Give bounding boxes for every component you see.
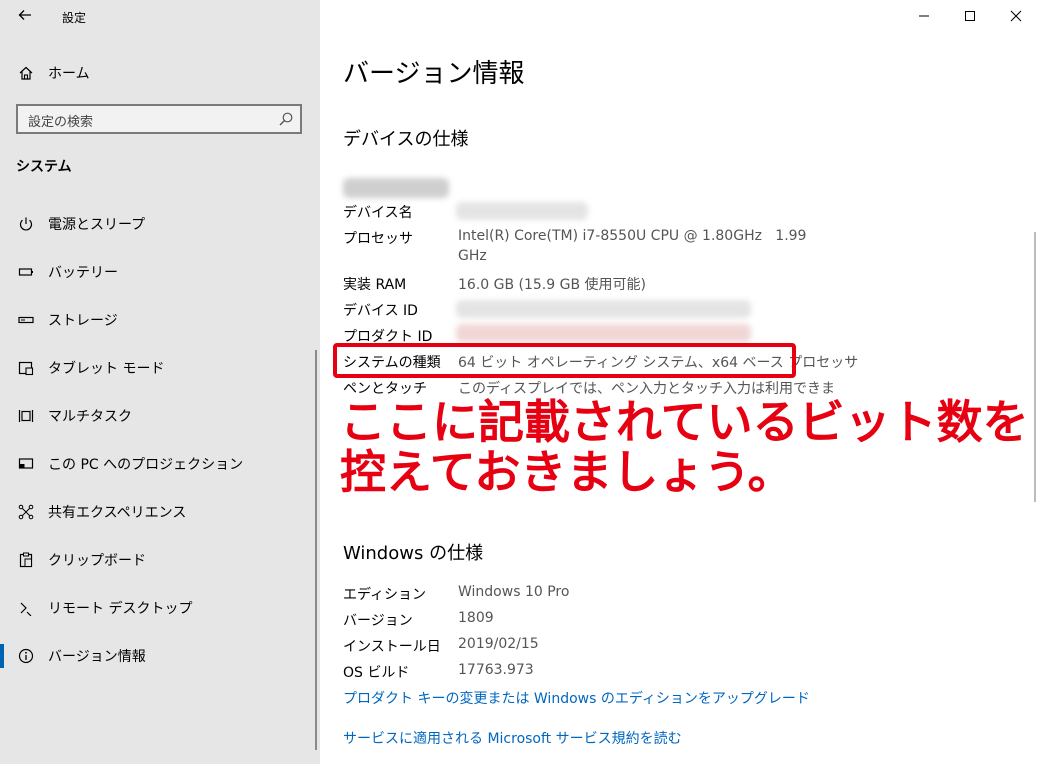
install-date-label: インストール日 (343, 639, 441, 655)
sidebar-item-label: マルチタスク (48, 409, 132, 425)
nav-home[interactable]: ホーム (16, 62, 90, 84)
sidebar-item-label: この PC へのプロジェクション (48, 457, 244, 473)
sidebar-item-battery[interactable]: バッテリー (16, 261, 118, 283)
sidebar-item-tablet[interactable]: タブレット モード (16, 357, 164, 379)
tablet-icon (16, 358, 36, 378)
search-icon (278, 111, 294, 127)
service-agreement-link[interactable]: サービスに適用される Microsoft サービス規約を読む (343, 728, 682, 748)
window-title: 設定 (62, 11, 87, 25)
home-icon (16, 63, 36, 83)
version-value: 1809 (458, 610, 494, 626)
close-button[interactable] (1006, 8, 1026, 24)
back-button[interactable] (14, 6, 36, 28)
sidebar-section-title: システム (16, 159, 72, 175)
search-input[interactable]: 設定の検索 (16, 104, 302, 134)
device-id-label: デバイス ID (343, 303, 418, 319)
info-icon (16, 646, 36, 666)
edition-label: エディション (343, 587, 427, 603)
battery-icon (16, 262, 36, 282)
device-spec-heading: デバイスの仕様 (343, 129, 469, 150)
maximize-button[interactable] (960, 8, 980, 24)
processor-value: Intel(R) Core(TM) i7-8550U CPU @ 1.80GHz… (458, 228, 807, 244)
redacted-product-id (456, 324, 751, 342)
active-indicator (0, 644, 4, 668)
processor-label: プロセッサ (343, 231, 413, 247)
sidebar-item-label: タブレット モード (48, 361, 165, 377)
upgrade-edition-link[interactable]: プロダクト キーの変更または Windows のエディションをアップグレード (343, 688, 810, 708)
redacted-device-name-heading (343, 178, 449, 198)
sidebar-item-label: バッテリー (48, 265, 118, 281)
sidebar-item-shared[interactable]: 共有エクスペリエンス (16, 501, 186, 523)
sidebar-item-label: 共有エクスペリエンス (48, 505, 187, 521)
sidebar-item-label: ストレージ (48, 313, 118, 329)
back-arrow-icon (18, 10, 31, 20)
sidebar-item-projection[interactable]: この PC へのプロジェクション (16, 453, 243, 475)
sidebar-scrollbar[interactable] (315, 350, 317, 750)
annotation-line1: ここに記載されているビット数を (340, 395, 1029, 449)
main-scrollbar[interactable] (1034, 232, 1036, 502)
annotation-line2: 控えておきましょう。 (340, 445, 794, 499)
nav-home-label: ホーム (48, 66, 90, 82)
redacted-device-id (456, 300, 751, 318)
os-build-value: 17763.973 (458, 662, 534, 678)
search-placeholder: 設定の検索 (28, 115, 94, 130)
ram-label: 実装 RAM (343, 277, 407, 293)
power-icon (16, 214, 36, 234)
clipboard-icon (16, 550, 36, 570)
ram-value: 16.0 GB (15.9 GB 使用可能) (458, 277, 646, 293)
sidebar-item-remote-desktop[interactable]: リモート デスクトップ (16, 597, 192, 619)
share-icon (16, 502, 36, 522)
device-name-label: デバイス名 (343, 205, 413, 221)
sidebar-item-about[interactable]: バージョン情報 (16, 645, 146, 667)
sidebar-item-label: 電源とスリープ (48, 217, 146, 233)
sidebar: 設定 ホーム 設定の検索 システム 電源とスリープ バッテリー ストレージ タブ… (0, 0, 320, 764)
sidebar-item-multitask[interactable]: マルチタスク (16, 405, 132, 427)
maximize-icon (965, 11, 975, 21)
multitask-icon (16, 406, 36, 426)
sidebar-item-label: リモート デスクトップ (48, 601, 193, 617)
system-type-highlight (333, 343, 796, 378)
storage-icon (16, 310, 36, 330)
page-title: バージョン情報 (343, 59, 525, 89)
redacted-device-name (456, 202, 588, 220)
sidebar-item-label: バージョン情報 (48, 649, 146, 665)
windows-spec-heading: Windows の仕様 (343, 543, 484, 564)
minimize-icon (919, 15, 929, 17)
sidebar-item-clipboard[interactable]: クリップボード (16, 549, 146, 571)
sidebar-item-storage[interactable]: ストレージ (16, 309, 118, 331)
minimize-button[interactable] (914, 8, 934, 24)
processor-value-continued: GHz (458, 248, 487, 264)
close-icon (1010, 10, 1022, 22)
remote-desktop-icon (16, 598, 36, 618)
install-date-value: 2019/02/15 (458, 636, 539, 652)
version-label: バージョン (343, 613, 413, 629)
projection-icon (16, 454, 36, 474)
sidebar-item-power[interactable]: 電源とスリープ (16, 213, 145, 235)
edition-value: Windows 10 Pro (458, 584, 570, 600)
os-build-label: OS ビルド (343, 665, 410, 681)
sidebar-item-label: クリップボード (48, 553, 146, 569)
